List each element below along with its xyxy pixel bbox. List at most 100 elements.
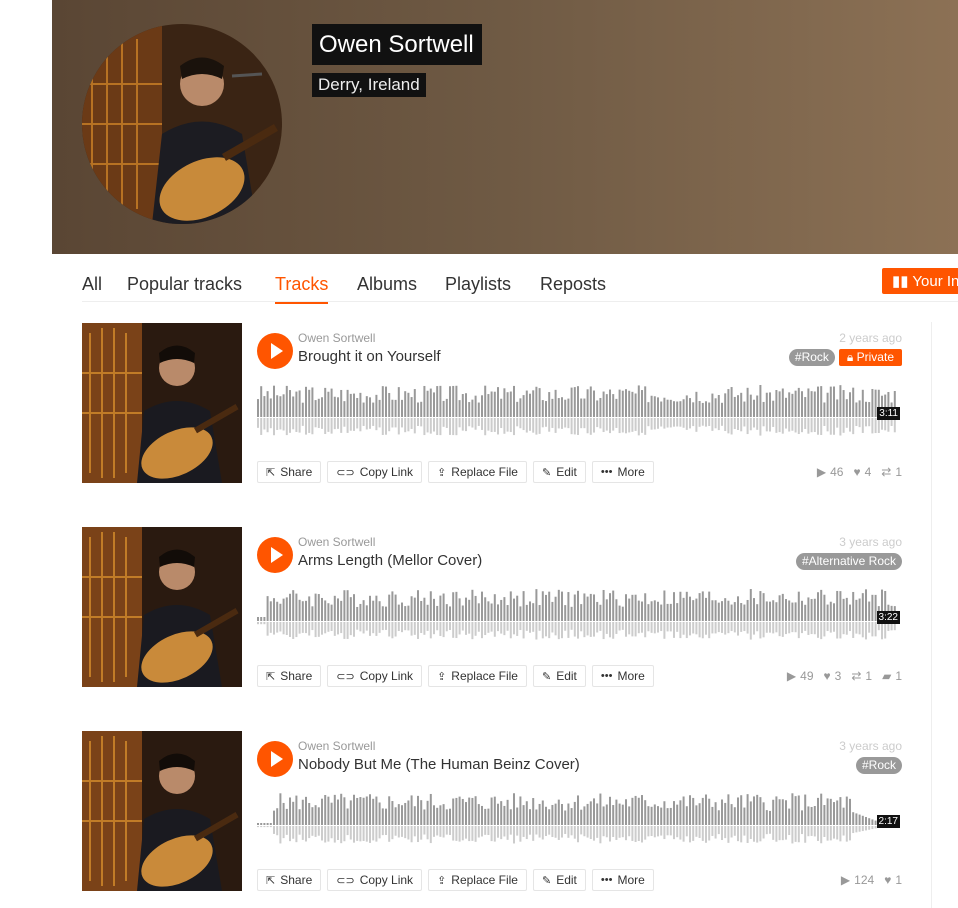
private-badge: 🔒︎ Private	[838, 349, 902, 366]
pencil-icon: ✎	[541, 670, 552, 683]
upload-icon: ⇪	[437, 466, 447, 479]
track-actions: ⇱ Share ⊂⊃ Copy Link ⇪ Replace File ✎ Edit ••• Mo…	[257, 665, 654, 687]
tab-albums[interactable]: Albums	[357, 274, 417, 295]
tab-popular-tracks[interactable]: Popular tracks	[127, 274, 242, 295]
plays-count: 124	[854, 873, 875, 887]
action-label: Copy Link	[359, 669, 414, 683]
more-button[interactable]: ••• More	[591, 665, 654, 687]
track-duration: 3:22	[876, 611, 900, 624]
copy-link-button[interactable]: ⊂⊃ Copy Link	[327, 869, 423, 891]
tab-all[interactable]: All	[82, 274, 102, 295]
action-label: Edit	[556, 465, 577, 479]
repost-icon: ⇄	[851, 669, 862, 683]
replace-file-button[interactable]: ⇪ Replace File	[428, 665, 527, 687]
play-button[interactable]	[257, 741, 293, 777]
track-artwork[interactable]	[82, 731, 242, 891]
play-button[interactable]	[257, 537, 293, 573]
reposts-stat[interactable]: ⇄ 1	[881, 465, 902, 479]
more-button[interactable]: ••• More	[591, 461, 654, 483]
heart-icon: ♥	[823, 669, 831, 683]
plays-stat: ▶ 46	[817, 465, 844, 479]
track-title[interactable]: Arms Length (Mellor Cover)	[298, 552, 482, 569]
action-label: Copy Link	[359, 873, 414, 887]
track-item: Owen Sortwell Brought it on Yourself 2 y…	[82, 323, 902, 483]
waveform[interactable]: 3:22	[257, 585, 902, 645]
waveform[interactable]: 3:11	[257, 381, 902, 441]
play-count-icon: ▶	[840, 873, 851, 887]
heart-icon: ♥	[884, 873, 892, 887]
bar-chart-icon: ▮▮	[892, 273, 913, 290]
track-duration: 3:11	[877, 407, 900, 420]
share-icon: ⇱	[266, 670, 276, 683]
action-label: Replace File	[451, 873, 518, 887]
track-artist[interactable]: Owen Sortwell	[298, 331, 375, 345]
replace-file-button[interactable]: ⇪ Replace File	[428, 869, 527, 891]
upload-icon: ⇪	[437, 670, 447, 683]
likes-stat[interactable]: ♥ 4	[853, 465, 871, 479]
track-actions: ⇱ Share ⊂⊃ Copy Link ⇪ Replace File ✎ Edit ••• Mo…	[257, 461, 654, 483]
copy-link-button[interactable]: ⊂⊃ Copy Link	[327, 665, 423, 687]
copy-link-button[interactable]: ⊂⊃ Copy Link	[327, 461, 423, 483]
plays-count: 46	[830, 465, 844, 479]
likes-stat[interactable]: ♥ 1	[884, 873, 902, 887]
tab-playlists[interactable]: Playlists	[445, 274, 511, 295]
track-artist[interactable]: Owen Sortwell	[298, 535, 375, 549]
share-button[interactable]: ⇱ Share	[257, 869, 322, 891]
track-tags: #Rock	[855, 757, 902, 774]
action-label: Edit	[556, 669, 577, 683]
plays-stat: ▶ 49	[787, 669, 814, 683]
reposts-count: 1	[865, 669, 873, 683]
profile-header: Owen Sortwell Derry, Ireland	[52, 0, 958, 254]
share-icon: ⇱	[266, 466, 276, 479]
comments-stat[interactable]: ▰ 1	[882, 669, 902, 683]
track-stats: ▶ 124 ♥ 1	[841, 873, 902, 887]
action-label: More	[617, 873, 645, 887]
likes-stat[interactable]: ♥ 3	[824, 669, 842, 683]
edit-button[interactable]: ✎ Edit	[532, 869, 586, 891]
track-date: 3 years ago	[839, 739, 902, 753]
more-button[interactable]: ••• More	[591, 869, 654, 891]
tag-badge[interactable]: #Alternative Rock	[795, 553, 902, 570]
tab-reposts[interactable]: Reposts	[540, 274, 606, 295]
track-stats: ▶ 49 ♥ 3 ⇄ 1 ▰ 1	[787, 669, 902, 683]
action-label: Copy Link	[359, 465, 414, 479]
profile-name: Owen Sortwell	[312, 24, 482, 65]
track-artwork[interactable]	[82, 323, 242, 483]
action-label: More	[617, 465, 645, 479]
track-title[interactable]: Brought it on Yourself	[298, 348, 441, 365]
track-tags: #Rock 🔒︎ Private	[788, 349, 902, 366]
comments-count: 1	[895, 669, 902, 683]
avatar[interactable]	[82, 24, 282, 224]
play-button[interactable]	[257, 333, 293, 369]
pencil-icon: ✎	[541, 874, 552, 887]
likes-count: 4	[864, 465, 872, 479]
insights-button[interactable]: ▮▮ Your In	[882, 268, 958, 294]
edit-button[interactable]: ✎ Edit	[532, 461, 586, 483]
more-icon: •••	[600, 670, 613, 682]
likes-count: 1	[895, 873, 902, 887]
play-count-icon: ▶	[786, 669, 797, 683]
replace-file-button[interactable]: ⇪ Replace File	[428, 461, 527, 483]
more-icon: •••	[600, 874, 613, 886]
tag-badge[interactable]: #Rock	[855, 757, 902, 774]
upload-icon: ⇪	[437, 874, 447, 887]
track-date: 3 years ago	[839, 535, 902, 549]
share-button[interactable]: ⇱ Share	[257, 665, 322, 687]
likes-count: 3	[834, 669, 842, 683]
heart-icon: ♥	[853, 465, 861, 479]
edit-button[interactable]: ✎ Edit	[532, 665, 586, 687]
track-artwork[interactable]	[82, 527, 242, 687]
tag-badge[interactable]: #Rock	[788, 349, 835, 366]
track-title[interactable]: Nobody But Me (The Human Beinz Cover)	[298, 756, 580, 773]
tab-tracks[interactable]: Tracks	[275, 274, 329, 304]
share-button[interactable]: ⇱ Share	[257, 461, 322, 483]
reposts-stat[interactable]: ⇄ 1	[851, 669, 872, 683]
waveform[interactable]: 2:17	[257, 789, 902, 849]
private-label: Private	[856, 350, 894, 364]
track-duration: 2:17	[876, 815, 900, 828]
reposts-count: 1	[895, 465, 902, 479]
track-artist[interactable]: Owen Sortwell	[298, 739, 375, 753]
share-icon: ⇱	[266, 874, 276, 887]
profile-location: Derry, Ireland	[312, 73, 426, 97]
track-item: Owen Sortwell Nobody But Me (The Human B…	[82, 731, 902, 891]
